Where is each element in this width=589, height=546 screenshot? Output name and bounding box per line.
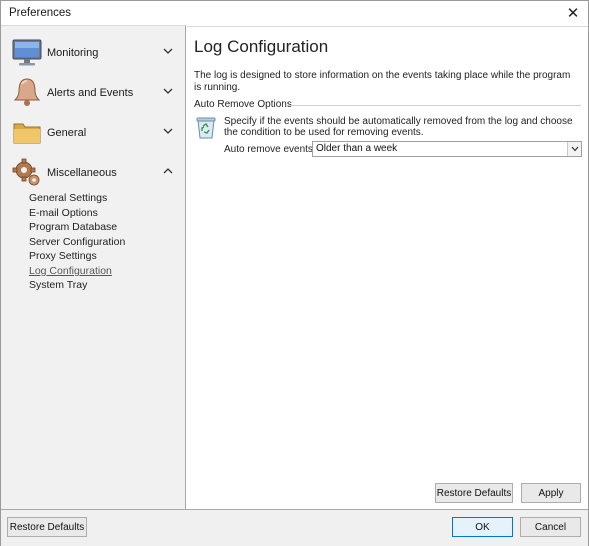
sidebar-group-general[interactable]: General xyxy=(1,112,185,152)
folder-icon xyxy=(13,123,41,144)
restore-defaults-page-button[interactable]: Restore Defaults xyxy=(435,483,513,503)
section-label: Auto Remove Options xyxy=(194,99,292,110)
recycle-bin-icon xyxy=(196,117,216,139)
apply-button[interactable]: Apply xyxy=(521,483,581,503)
auto-remove-select[interactable]: Older than a week xyxy=(312,141,582,157)
content-panel: Log Configuration The log is designed to… xyxy=(187,26,588,509)
sidebar-group-miscellaneous[interactable]: Miscellaneous xyxy=(1,152,185,192)
sidebar-item-email-options[interactable]: E-mail Options xyxy=(29,207,98,219)
preferences-window: Preferences ✕ Monitoring Alerts and Even… xyxy=(0,0,589,546)
auto-remove-label: Auto remove events: xyxy=(224,144,316,155)
dialog-footer: Restore Defaults OK Cancel xyxy=(1,509,588,546)
ok-button[interactable]: OK xyxy=(452,517,513,537)
sidebar-item-server-configuration[interactable]: Server Configuration xyxy=(29,236,125,248)
sidebar-item-log-configuration[interactable]: Log Configuration xyxy=(29,265,112,277)
page-title: Log Configuration xyxy=(194,37,329,56)
title-bar: Preferences ✕ xyxy=(1,1,588,25)
auto-remove-select-value: Older than a week xyxy=(316,143,398,154)
chevron-up-icon xyxy=(163,168,173,174)
cancel-button[interactable]: Cancel xyxy=(520,517,581,537)
close-icon[interactable]: ✕ xyxy=(558,1,588,25)
sidebar-group-label: General xyxy=(47,127,87,139)
page-description: The log is designed to store information… xyxy=(194,70,571,93)
chevron-down-icon xyxy=(163,128,173,134)
chevron-down-icon[interactable] xyxy=(567,142,581,156)
chevron-down-icon xyxy=(163,48,173,54)
option-description: Specify if the events should be automati… xyxy=(224,116,573,138)
sidebar-item-general-settings[interactable]: General Settings xyxy=(29,192,107,204)
sidebar-item-system-tray[interactable]: System Tray xyxy=(29,279,87,291)
chevron-down-icon xyxy=(163,88,173,94)
sidebar: Monitoring Alerts and Events General Mis… xyxy=(1,25,186,509)
sidebar-item-program-database[interactable]: Program Database xyxy=(29,221,117,233)
sidebar-group-alerts-and-events[interactable]: Alerts and Events xyxy=(1,72,185,112)
sidebar-item-proxy-settings[interactable]: Proxy Settings xyxy=(29,250,97,262)
section-divider xyxy=(287,105,581,106)
monitor-icon xyxy=(12,39,42,66)
sidebar-group-monitoring[interactable]: Monitoring xyxy=(1,32,185,72)
window-title: Preferences xyxy=(9,7,72,19)
restore-defaults-button[interactable]: Restore Defaults xyxy=(7,517,87,537)
sidebar-group-label: Monitoring xyxy=(47,47,99,59)
bell-icon xyxy=(13,78,41,106)
sidebar-group-label: Miscellaneous xyxy=(47,167,117,179)
gear-icon xyxy=(12,158,40,186)
sidebar-group-label: Alerts and Events xyxy=(47,87,134,99)
